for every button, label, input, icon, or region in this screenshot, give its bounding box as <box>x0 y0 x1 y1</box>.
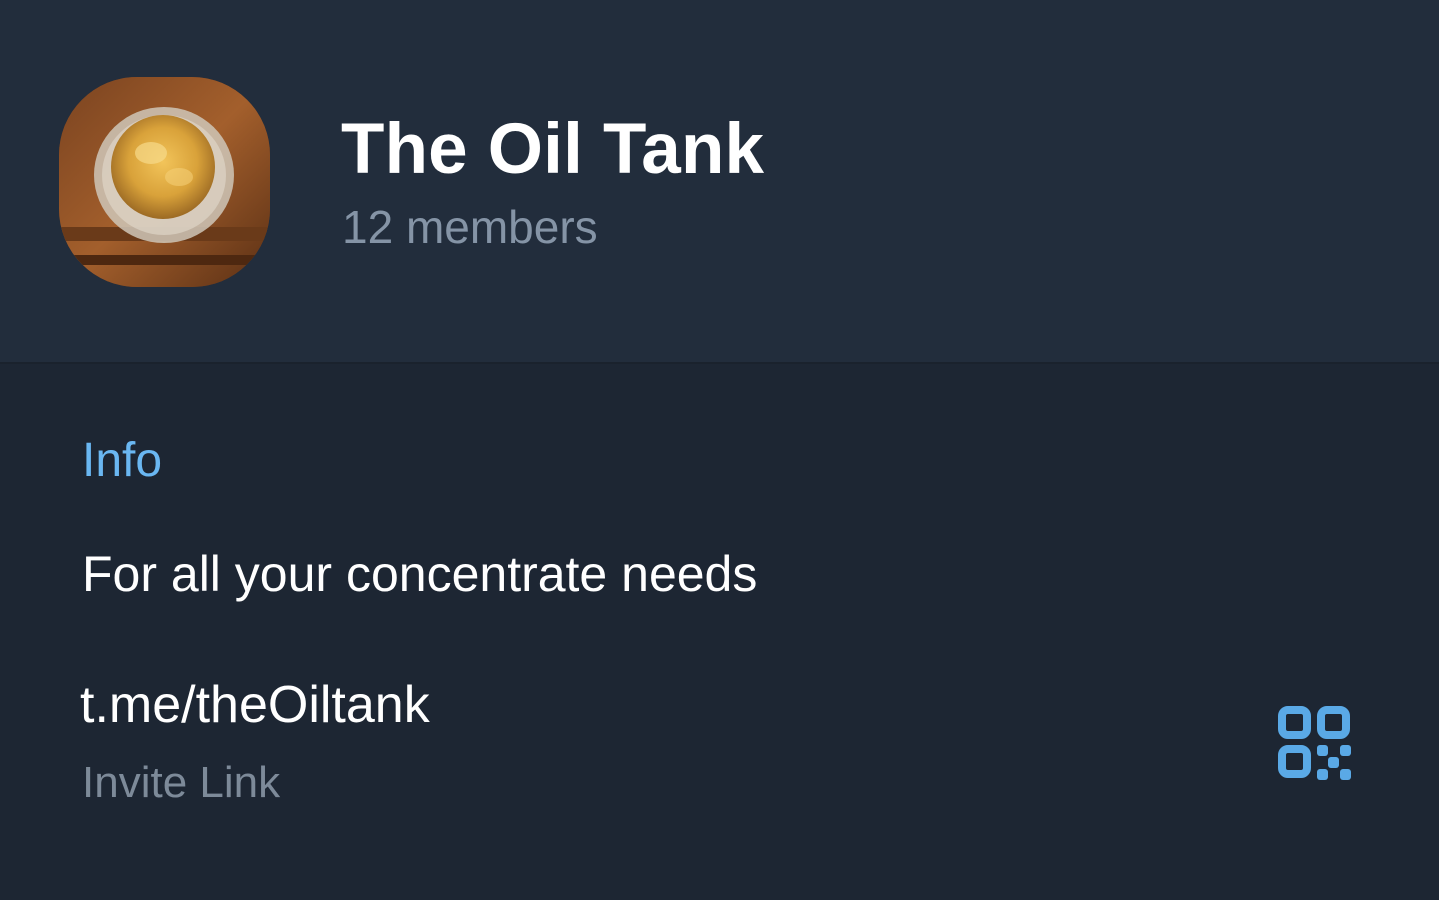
avatar-image <box>59 77 270 287</box>
profile-header: The Oil Tank 12 members <box>0 0 1439 364</box>
invite-link-value: t.me/theOiltank <box>80 676 430 734</box>
chat-title: The Oil Tank <box>341 110 765 189</box>
qr-code-icon <box>1278 706 1351 780</box>
group-avatar[interactable] <box>59 77 270 287</box>
group-description: For all your concentrate needs <box>82 546 758 602</box>
qr-code-button[interactable] <box>1276 704 1352 780</box>
invite-link-caption: Invite Link <box>82 758 281 807</box>
section-title-info: Info <box>82 434 163 487</box>
info-section: Info For all your concentrate needs t.me… <box>0 364 1439 900</box>
invite-link-row[interactable]: t.me/theOiltank Invite Link <box>0 660 1439 840</box>
member-count: 12 members <box>342 201 598 253</box>
